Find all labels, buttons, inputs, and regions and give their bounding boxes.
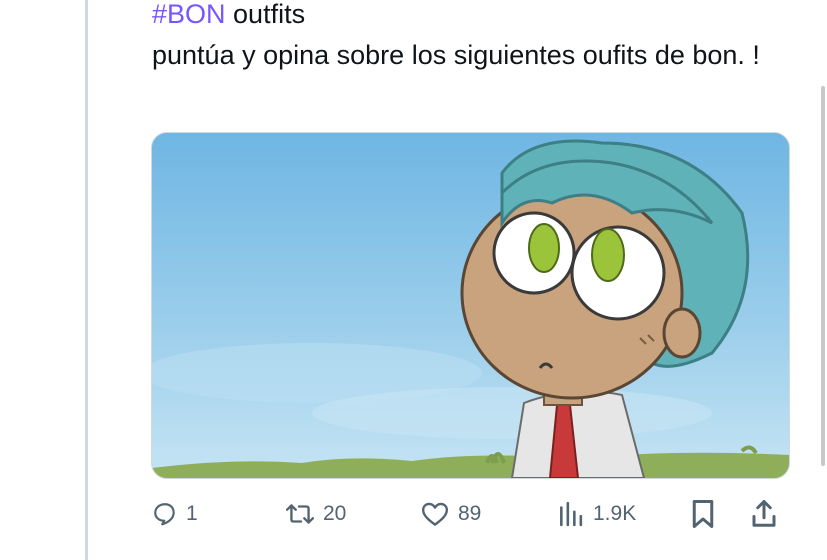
thread-line (85, 0, 88, 560)
tweet-title-rest: outfits (225, 0, 306, 29)
hashtag-link[interactable]: #BON (152, 0, 226, 29)
share-button[interactable] (750, 496, 778, 532)
like-count: 89 (458, 502, 482, 525)
bar-chart-icon (560, 501, 583, 527)
reply-button[interactable]: 1 (152, 496, 198, 532)
tweet-view: #BON outfits puntúa y opina sobre los si… (0, 0, 827, 560)
retweet-count: 20 (323, 502, 347, 525)
reply-icon (154, 503, 175, 526)
like-button[interactable]: 89 (420, 496, 481, 532)
tweet-actions: 1 20 89 1.9K (152, 496, 792, 536)
bookmark-button[interactable] (690, 496, 716, 532)
retweet-button[interactable]: 20 (285, 496, 346, 532)
reply-count: 1 (186, 502, 198, 525)
scrollbar[interactable] (817, 0, 827, 560)
heart-icon (422, 502, 448, 526)
views-button[interactable]: 1.9K (555, 496, 636, 532)
tweet-text: #BON outfits puntúa y opina sobre los si… (152, 0, 802, 76)
views-count: 1.9K (593, 502, 637, 525)
scrollbar-thumb[interactable] (821, 86, 825, 466)
cartoon-character-image (152, 133, 789, 478)
share-icon (752, 500, 776, 527)
tweet-media-image[interactable] (151, 132, 790, 479)
tweet-body: puntúa y opina sobre los siguientes oufi… (152, 40, 760, 70)
bookmark-icon (692, 500, 714, 528)
retweet-icon (285, 504, 315, 524)
